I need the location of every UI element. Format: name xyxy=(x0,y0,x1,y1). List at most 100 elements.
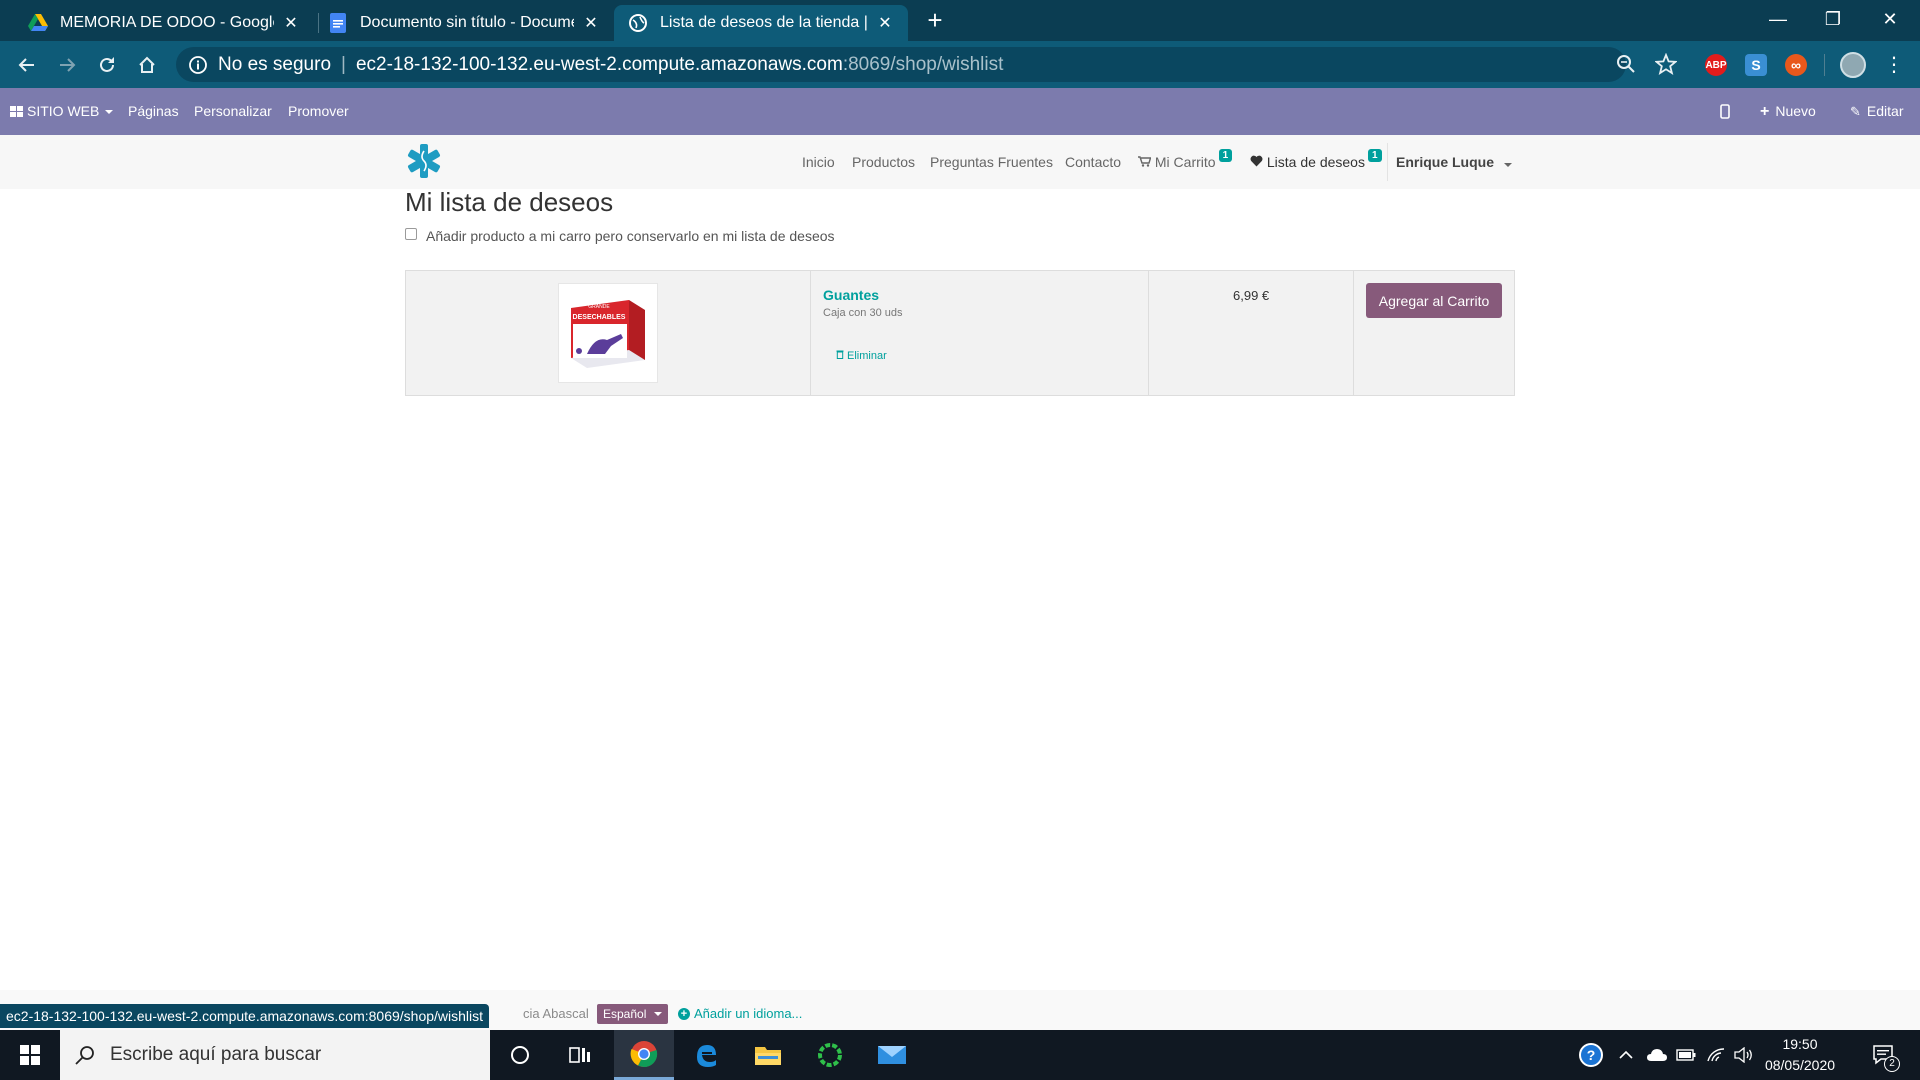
mail-icon[interactable] xyxy=(862,1030,922,1080)
s-extension-icon[interactable]: S xyxy=(1745,54,1767,76)
nav-link-inicio[interactable]: Inicio xyxy=(802,154,835,170)
onedrive-icon[interactable] xyxy=(1644,1030,1670,1080)
edit-label: Editar xyxy=(1866,103,1904,119)
close-tab-icon[interactable]: ✕ xyxy=(876,14,894,32)
chrome-taskbar-icon[interactable] xyxy=(614,1030,674,1080)
nav-link-contacto[interactable]: Contacto xyxy=(1065,154,1121,170)
windows-taskbar: Escribe aquí para buscar ? 19:50 08/05/2… xyxy=(0,1030,1920,1080)
keep-in-wishlist-checkbox[interactable] xyxy=(405,228,417,240)
restore-icon[interactable]: ❐ xyxy=(1811,4,1855,34)
security-label: No es seguro xyxy=(218,53,332,75)
cortana-icon[interactable] xyxy=(490,1030,550,1080)
chevron-down-icon xyxy=(654,1012,663,1016)
user-name: Enrique Luque xyxy=(1396,154,1494,170)
profile-avatar[interactable] xyxy=(1840,52,1866,78)
notification-count: 2 xyxy=(1884,1056,1900,1072)
browser-toolbar: No es seguro | ec2-18-132-100-132.eu-wes… xyxy=(0,41,1920,88)
url-path: :8069/shop/wishlist xyxy=(842,53,1004,75)
site-logo[interactable] xyxy=(406,143,442,179)
google-docs-icon xyxy=(328,13,348,33)
new-button[interactable]: + Nuevo xyxy=(1760,88,1816,135)
user-menu[interactable]: Enrique Luque xyxy=(1396,154,1512,170)
site-header: Inicio Productos Preguntas Fruentes Cont… xyxy=(0,135,1920,189)
close-window-icon[interactable]: ✕ xyxy=(1868,4,1912,34)
column-divider xyxy=(810,271,811,395)
remove-label: Eliminar xyxy=(847,349,887,362)
close-tab-icon[interactable]: ✕ xyxy=(282,14,300,32)
plus-circle-icon: + xyxy=(678,1008,690,1020)
product-description: Caja con 30 uds xyxy=(823,307,903,319)
chevron-up-icon[interactable] xyxy=(1614,1030,1638,1080)
link-status-bubble: ec2-18-132-100-132.eu-west-2.compute.ama… xyxy=(0,1004,490,1028)
reload-icon[interactable] xyxy=(92,50,122,80)
url-host: ec2-18-132-100-132.eu-west-2.compute.ama… xyxy=(355,53,843,75)
browser-tab-active[interactable]: Lista de deseos de la tienda | My ✕ xyxy=(614,5,908,41)
browser-tab[interactable]: MEMORIA DE ODOO - Google D ✕ xyxy=(14,5,314,41)
url-divider: | xyxy=(341,53,346,75)
home-icon[interactable] xyxy=(132,50,162,80)
footer-copyright-text: cia Abascal xyxy=(523,1006,589,1021)
browser-tab[interactable]: Documento sin título - Documen ✕ xyxy=(314,5,614,41)
taskbar-clock[interactable]: 19:50 08/05/2020 xyxy=(1760,1034,1840,1076)
column-divider xyxy=(1353,271,1354,395)
google-drive-icon xyxy=(28,13,48,33)
forward-icon[interactable] xyxy=(52,50,82,80)
product-box-label-main: DESECHABLES xyxy=(573,314,626,321)
language-selector[interactable]: Español xyxy=(597,1004,669,1024)
column-divider xyxy=(1148,271,1149,395)
close-tab-icon[interactable]: ✕ xyxy=(582,14,600,32)
infinity-extension-icon[interactable]: ∞ xyxy=(1785,54,1807,76)
nav-link-productos[interactable]: Productos xyxy=(852,154,915,170)
customize-menu[interactable]: Personalizar xyxy=(194,88,272,135)
wishlist-label: Lista de deseos xyxy=(1266,154,1365,170)
add-language-label: Añadir un idioma... xyxy=(694,1006,803,1021)
pencil-icon: ✎ xyxy=(1850,104,1861,119)
heart-icon xyxy=(1250,154,1267,170)
battery-icon[interactable] xyxy=(1674,1030,1698,1080)
edge-icon[interactable] xyxy=(676,1030,736,1080)
windows-start-icon[interactable] xyxy=(0,1030,60,1080)
wishlist-count-badge: 1 xyxy=(1367,149,1382,162)
add-to-cart-button[interactable]: Agregar al Carrito xyxy=(1366,283,1502,318)
odoo-editor-bar: SITIO WEB Páginas Personalizar Promover … xyxy=(0,88,1920,135)
chevron-down-icon xyxy=(1503,163,1512,167)
product-name-link[interactable]: Guantes xyxy=(823,287,879,303)
nav-cart-link[interactable]: Mi Carrito 1 xyxy=(1138,149,1233,170)
adblock-extension-icon[interactable]: ABP xyxy=(1705,54,1727,76)
language-label: Español xyxy=(603,1007,647,1021)
product-image[interactable]: GRANDE DESECHABLES xyxy=(558,283,658,383)
back-icon[interactable] xyxy=(12,50,42,80)
tab-title: Lista de deseos de la tienda | My xyxy=(660,14,868,31)
address-bar[interactable]: No es seguro | ec2-18-132-100-132.eu-wes… xyxy=(176,47,1626,82)
tab-title: MEMORIA DE ODOO - Google D xyxy=(60,14,274,31)
pages-menu[interactable]: Páginas xyxy=(128,88,179,135)
info-icon[interactable] xyxy=(188,55,208,75)
edit-button[interactable]: ✎ Editar xyxy=(1850,88,1903,135)
site-menu-button[interactable]: SITIO WEB xyxy=(10,88,114,135)
task-view-icon[interactable] xyxy=(550,1030,610,1080)
product-price: 6,99 € xyxy=(1233,288,1270,303)
promote-menu[interactable]: Promover xyxy=(288,88,349,135)
wifi-icon[interactable] xyxy=(1704,1030,1728,1080)
mobile-preview-icon[interactable] xyxy=(1720,88,1730,135)
clock-date: 08/05/2020 xyxy=(1764,1057,1836,1073)
file-explorer-icon[interactable] xyxy=(738,1030,798,1080)
apps-grid-icon xyxy=(10,106,23,117)
bookmark-star-icon[interactable] xyxy=(1654,52,1678,76)
minimize-icon[interactable]: — xyxy=(1756,4,1800,34)
new-label: Nuevo xyxy=(1775,103,1816,119)
remove-item-link[interactable]: Eliminar xyxy=(836,349,887,362)
help-icon[interactable]: ? xyxy=(1576,1030,1606,1080)
notifications-icon[interactable]: 2 xyxy=(1864,1030,1904,1080)
new-tab-button[interactable]: + xyxy=(923,7,947,33)
nav-link-preguntas[interactable]: Preguntas Fruentes xyxy=(930,154,1053,170)
zoom-icon[interactable] xyxy=(1614,52,1638,76)
sync-app-icon[interactable] xyxy=(800,1030,860,1080)
chrome-menu-icon[interactable]: ⋮ xyxy=(1882,52,1906,76)
volume-icon[interactable] xyxy=(1732,1030,1756,1080)
nav-wishlist-link[interactable]: Lista de deseos 1 xyxy=(1250,149,1382,170)
site-menu-label: SITIO WEB xyxy=(27,103,100,119)
page-title: Mi lista de deseos xyxy=(405,187,614,217)
add-language-link[interactable]: + Añadir un idioma... xyxy=(678,1004,802,1024)
taskbar-search-box[interactable]: Escribe aquí para buscar xyxy=(60,1030,490,1080)
